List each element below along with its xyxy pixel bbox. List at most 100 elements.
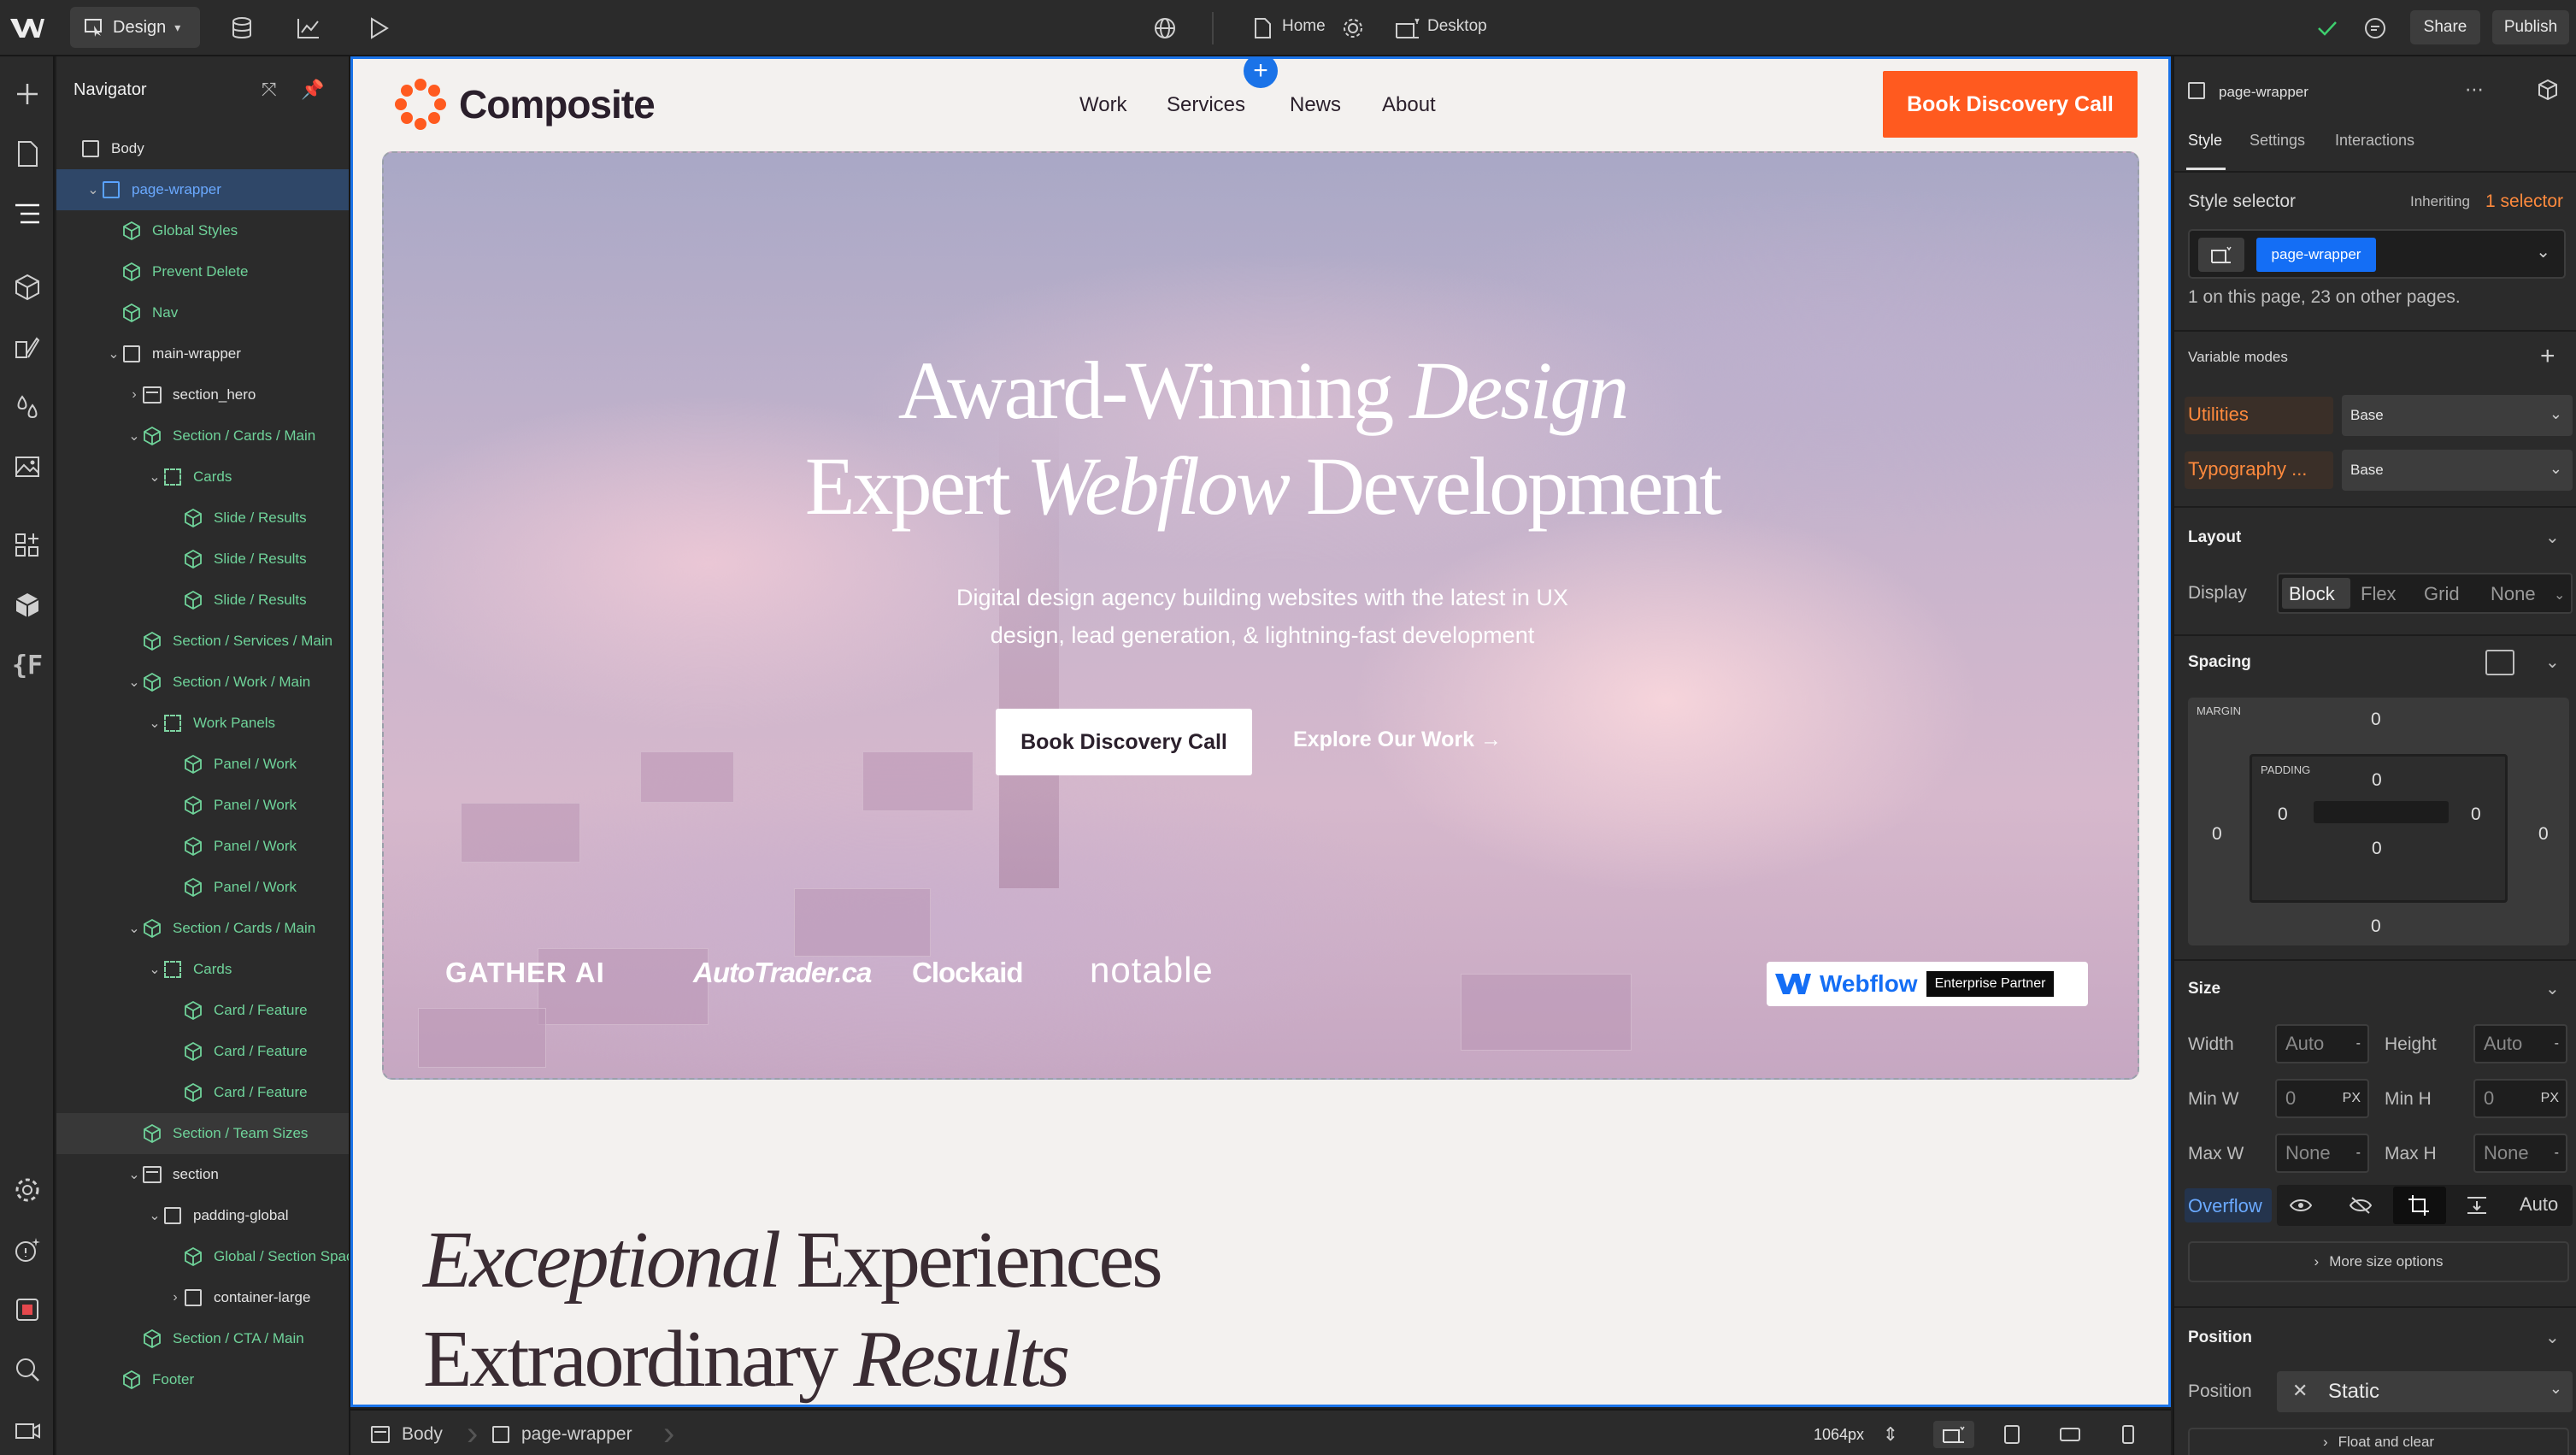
- share-button[interactable]: Share: [2410, 10, 2480, 44]
- max-height-input[interactable]: None -: [2473, 1134, 2567, 1173]
- navigator-item[interactable]: ⌄ Cards: [56, 949, 349, 990]
- padding-top-input[interactable]: 0: [2372, 770, 2382, 791]
- site-nav-services[interactable]: Services: [1167, 93, 1245, 117]
- record-stop-icon[interactable]: [10, 1293, 44, 1327]
- breakpoint-selector-icon[interactable]: [2198, 238, 2244, 272]
- navigator-item[interactable]: › container-large: [56, 1277, 349, 1318]
- navigator-item[interactable]: ⌄ page-wrapper: [56, 169, 349, 210]
- globe-locale-icon[interactable]: [1150, 14, 1179, 43]
- overflow-segmented-control[interactable]: Auto: [2277, 1185, 2573, 1226]
- site-brand-logo[interactable]: Composite: [394, 78, 656, 131]
- position-select[interactable]: ✕ Static ⌄: [2277, 1371, 2573, 1412]
- height-unit[interactable]: -: [2555, 1036, 2559, 1051]
- position-section-header[interactable]: Position: [2188, 1328, 2252, 1347]
- navigator-item[interactable]: ⌄ section: [56, 1154, 349, 1195]
- tab-style[interactable]: Style: [2188, 132, 2222, 150]
- chevron-down-icon[interactable]: ⌄: [2545, 651, 2560, 673]
- padding-right-input[interactable]: 0: [2471, 804, 2481, 825]
- chevron-down-icon[interactable]: ⌄: [2554, 586, 2565, 604]
- navigator-item[interactable]: ⌄ Section / Cards / Main: [56, 415, 349, 457]
- expand-chevron-down-icon[interactable]: ⌄: [147, 1207, 162, 1224]
- expand-chevron-right-icon[interactable]: ›: [126, 387, 142, 403]
- breakpoint-desktop-icon[interactable]: [1933, 1421, 1974, 1448]
- navigator-item[interactable]: Global / Section Spacing: [56, 1236, 349, 1277]
- component-cube-icon[interactable]: [2537, 79, 2559, 105]
- cms-database-icon[interactable]: [227, 14, 256, 43]
- expand-chevron-down-icon[interactable]: ⌄: [85, 181, 101, 198]
- pin-icon[interactable]: 📌: [301, 79, 324, 101]
- resize-canvas-icon[interactable]: ⇕: [1877, 1421, 1904, 1448]
- navigator-item[interactable]: ⌄ main-wrapper: [56, 333, 349, 374]
- expand-chevron-down-icon[interactable]: ⌄: [126, 1166, 142, 1183]
- more-size-options-button[interactable]: › More size options: [2188, 1241, 2569, 1282]
- max-width-unit[interactable]: -: [2356, 1146, 2361, 1161]
- video-tutorials-icon[interactable]: [10, 1412, 44, 1446]
- expand-chevron-down-icon[interactable]: ⌄: [126, 427, 142, 445]
- hero-section[interactable]: Award-Winning Design Expert Webflow Deve…: [382, 151, 2139, 1080]
- overflow-visible-eye-icon[interactable]: [2285, 1193, 2316, 1217]
- analytics-chart-icon[interactable]: [294, 14, 323, 43]
- navigator-item[interactable]: ⌄ Work Panels: [56, 703, 349, 744]
- site-nav-news[interactable]: News: [1290, 93, 1341, 117]
- site-nav-about[interactable]: About: [1382, 93, 1436, 117]
- design-canvas[interactable]: + Composite Work Services News About Boo…: [350, 56, 2171, 1407]
- inheriting-selector-link[interactable]: 1 selector: [2485, 191, 2563, 212]
- spacing-section-header[interactable]: Spacing: [2188, 653, 2251, 672]
- navigator-item[interactable]: Footer: [56, 1359, 349, 1400]
- size-section-header[interactable]: Size: [2188, 980, 2220, 998]
- overflow-clip-crop-icon[interactable]: [2403, 1193, 2434, 1217]
- expand-chevron-down-icon[interactable]: ⌄: [126, 674, 142, 691]
- more-options-icon[interactable]: ⋯: [2465, 79, 2484, 101]
- navigator-item[interactable]: Global Styles: [56, 210, 349, 251]
- comments-chat-icon[interactable]: [2361, 14, 2390, 43]
- breadcrumb-page-wrapper[interactable]: page-wrapper: [492, 1424, 632, 1445]
- min-width-input[interactable]: 0 PX: [2275, 1079, 2369, 1118]
- libraries-box-icon[interactable]: [10, 588, 44, 622]
- book-discovery-call-hero-button[interactable]: Book Discovery Call: [996, 709, 1252, 775]
- style-selector-field[interactable]: page-wrapper ⌄: [2188, 229, 2566, 279]
- display-option-grid[interactable]: Grid: [2424, 583, 2460, 605]
- max-width-input[interactable]: None -: [2275, 1134, 2369, 1173]
- code-variables-icon[interactable]: {F: [10, 648, 44, 682]
- add-variable-mode-plus-icon[interactable]: +: [2540, 342, 2555, 371]
- expand-chevron-down-icon[interactable]: ⌄: [147, 715, 162, 732]
- apps-grid-icon[interactable]: [10, 528, 44, 563]
- navigator-item[interactable]: ⌄ Cards: [56, 457, 349, 498]
- height-input[interactable]: Auto -: [2473, 1024, 2567, 1063]
- navigator-item[interactable]: Panel / Work: [56, 744, 349, 785]
- navigator-layers-icon[interactable]: [10, 197, 44, 231]
- layout-section-header[interactable]: Layout: [2188, 528, 2241, 547]
- margin-left-input[interactable]: 0: [2212, 824, 2222, 845]
- book-discovery-call-header-button[interactable]: Book Discovery Call: [1883, 71, 2138, 138]
- explore-our-work-link[interactable]: Explore Our Work →: [1293, 728, 1502, 752]
- assets-image-icon[interactable]: [10, 450, 44, 484]
- page-settings-gear-icon[interactable]: [1338, 14, 1367, 43]
- spacing-presets-icon[interactable]: [2485, 650, 2514, 675]
- navigator-item[interactable]: › section_hero: [56, 374, 349, 415]
- min-height-input[interactable]: 0 PX: [2473, 1079, 2567, 1118]
- navigator-item[interactable]: Prevent Delete: [56, 251, 349, 292]
- display-option-block[interactable]: Block: [2289, 583, 2335, 605]
- chevron-down-icon[interactable]: ⌄: [2545, 1327, 2560, 1348]
- overflow-scroll-icon[interactable]: [2461, 1193, 2492, 1217]
- breakpoint-mobile-landscape-icon[interactable]: [2056, 1421, 2084, 1448]
- min-height-unit[interactable]: PX: [2541, 1091, 2559, 1106]
- navigator-item[interactable]: Card / Feature: [56, 1072, 349, 1113]
- margin-bottom-input[interactable]: 0: [2371, 916, 2381, 937]
- navigator-item[interactable]: ⌄ Section / Work / Main: [56, 662, 349, 703]
- navigator-item[interactable]: Panel / Work: [56, 785, 349, 826]
- margin-right-input[interactable]: 0: [2538, 824, 2549, 845]
- width-unit[interactable]: -: [2356, 1036, 2361, 1051]
- breakpoint-tablet-icon[interactable]: [1998, 1421, 2026, 1448]
- display-option-none[interactable]: None: [2491, 583, 2536, 605]
- search-zoom-icon[interactable]: [10, 1352, 44, 1387]
- min-width-unit[interactable]: PX: [2343, 1091, 2361, 1106]
- float-and-clear-button[interactable]: › Float and clear: [2188, 1428, 2569, 1455]
- navigator-item[interactable]: Panel / Work: [56, 867, 349, 908]
- navigator-item[interactable]: Slide / Results: [56, 498, 349, 539]
- chevron-down-icon[interactable]: ⌄: [2536, 241, 2550, 262]
- navigator-item[interactable]: Nav: [56, 292, 349, 333]
- components-cube-icon[interactable]: [10, 270, 44, 304]
- tab-settings[interactable]: Settings: [2250, 132, 2305, 150]
- webflow-logo-icon[interactable]: [9, 14, 44, 43]
